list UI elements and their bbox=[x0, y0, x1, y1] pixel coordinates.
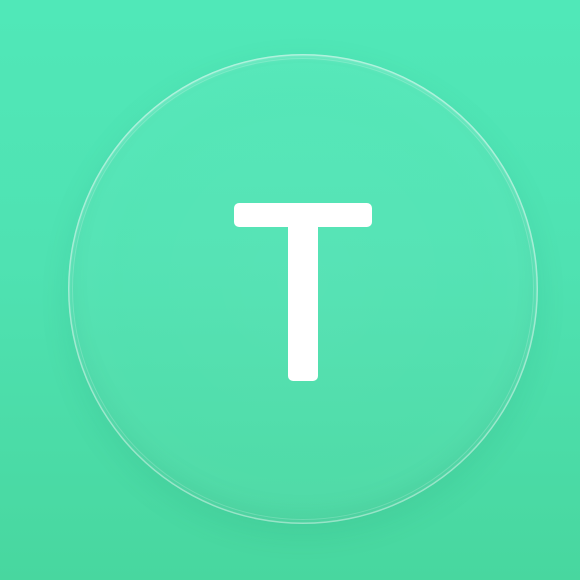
glyph-stem bbox=[288, 209, 318, 381]
app-icon-screen: T bbox=[0, 0, 580, 580]
avatar-initial-glyph: T bbox=[234, 203, 372, 381]
